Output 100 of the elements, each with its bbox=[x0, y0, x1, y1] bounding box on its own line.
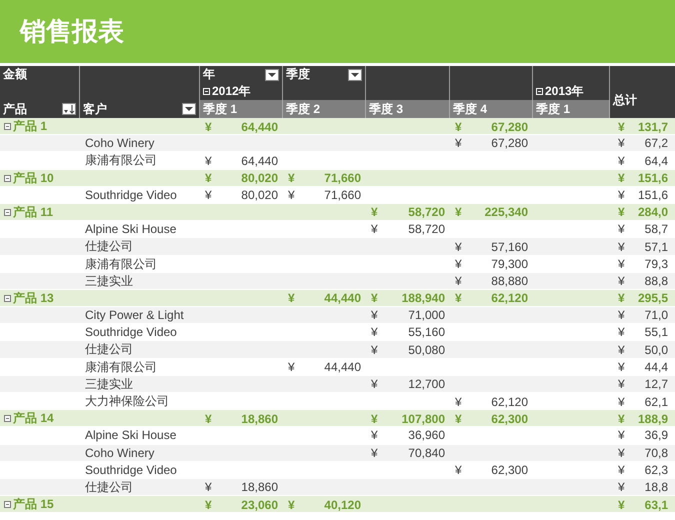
currency-symbol: ¥ bbox=[371, 412, 378, 426]
subtotal-amount: 295,5 bbox=[638, 291, 668, 306]
amount: 71,0 bbox=[644, 308, 668, 322]
column-field-label: 年 bbox=[203, 66, 215, 83]
sort-filter-button[interactable] bbox=[62, 103, 76, 115]
subtotal-amount: 131,7 bbox=[638, 120, 668, 134]
subtotal-amount: 18,860 bbox=[241, 412, 278, 426]
currency-symbol: ¥ bbox=[455, 136, 462, 150]
currency-symbol: ¥ bbox=[205, 480, 212, 494]
amount: 79,3 bbox=[644, 257, 668, 271]
currency-symbol: ¥ bbox=[455, 291, 462, 306]
currency-symbol: ¥ bbox=[618, 136, 625, 150]
currency-symbol: ¥ bbox=[455, 120, 462, 134]
currency-symbol: ¥ bbox=[618, 394, 625, 408]
amount: 58,720 bbox=[408, 222, 445, 236]
currency-symbol: ¥ bbox=[618, 446, 625, 460]
amount: 12,7 bbox=[644, 377, 668, 392]
amount: 71,000 bbox=[408, 308, 445, 322]
subtotal-amount: 40,120 bbox=[324, 498, 361, 512]
currency-symbol: ¥ bbox=[455, 462, 462, 477]
product-name: 产品 10 bbox=[13, 170, 54, 187]
currency-symbol: ¥ bbox=[371, 308, 378, 322]
amount: 62,1 bbox=[644, 394, 668, 408]
subtotal-amount: 284,0 bbox=[638, 205, 668, 220]
amount: 57,1 bbox=[644, 240, 668, 254]
quarter-header: 季度 2 bbox=[286, 100, 320, 118]
filter-dropdown-button[interactable] bbox=[348, 68, 362, 80]
amount: 67,2 bbox=[644, 136, 668, 150]
currency-symbol: ¥ bbox=[618, 498, 625, 512]
customer-name: Alpine Ski House bbox=[85, 222, 176, 236]
filter-dropdown-button[interactable] bbox=[182, 103, 196, 115]
subtotal-amount: 71,660 bbox=[324, 171, 361, 186]
customer-name: Southridge Video bbox=[85, 188, 177, 202]
amount: 80,020 bbox=[241, 188, 278, 202]
customer-name: 仕捷公司 bbox=[85, 238, 133, 256]
currency-symbol: ¥ bbox=[618, 291, 625, 306]
value-field-label: 金额 bbox=[3, 66, 27, 83]
caret-icon bbox=[268, 72, 276, 76]
amount: 36,960 bbox=[408, 428, 445, 442]
subtotal-amount: 62,300 bbox=[491, 412, 528, 426]
currency-symbol: ¥ bbox=[455, 412, 462, 426]
year-header[interactable]: 2013年 bbox=[536, 83, 584, 100]
customer-name: 康浦有限公司 bbox=[85, 358, 157, 376]
currency-symbol: ¥ bbox=[288, 188, 295, 202]
amount: 64,4 bbox=[644, 154, 668, 168]
currency-symbol: ¥ bbox=[205, 120, 212, 134]
customer-name: 三捷实业 bbox=[85, 376, 133, 393]
currency-symbol: ¥ bbox=[205, 171, 212, 186]
product-name: 产品 15 bbox=[13, 496, 54, 514]
currency-symbol: ¥ bbox=[618, 222, 625, 236]
amount: 62,120 bbox=[491, 394, 528, 408]
currency-symbol: ¥ bbox=[371, 291, 378, 306]
currency-symbol: ¥ bbox=[618, 188, 625, 202]
filter-dropdown-button[interactable] bbox=[265, 68, 279, 80]
subtotal-amount: 225,340 bbox=[484, 205, 528, 220]
quarter-header: 季度 4 bbox=[453, 100, 488, 118]
amount: 151,6 bbox=[638, 188, 668, 202]
customer-name: 大力神保险公司 bbox=[85, 393, 169, 410]
product-name: 产品 14 bbox=[13, 410, 54, 428]
quarter-header: 季度 1 bbox=[536, 100, 570, 118]
quarter-header: 季度 3 bbox=[369, 100, 404, 118]
customer-name: 仕捷公司 bbox=[85, 478, 133, 496]
currency-symbol: ¥ bbox=[618, 120, 625, 134]
amount: 88,880 bbox=[491, 274, 528, 288]
amount: 44,440 bbox=[324, 360, 361, 374]
subtotal-amount: 23,060 bbox=[241, 498, 278, 512]
currency-symbol: ¥ bbox=[618, 428, 625, 442]
customer-name: Southridge Video bbox=[85, 462, 177, 477]
currency-symbol: ¥ bbox=[618, 342, 625, 357]
amount: 67,280 bbox=[491, 136, 528, 150]
currency-symbol: ¥ bbox=[618, 205, 625, 220]
currency-symbol: ¥ bbox=[371, 446, 378, 460]
currency-symbol: ¥ bbox=[455, 205, 462, 220]
subtotal-amount: 44,440 bbox=[324, 291, 361, 306]
amount: 71,660 bbox=[324, 188, 361, 202]
amount: 64,440 bbox=[241, 154, 278, 168]
currency-symbol: ¥ bbox=[371, 222, 378, 236]
product-name: 产品 11 bbox=[13, 204, 54, 221]
amount: 88,8 bbox=[644, 274, 668, 288]
amount: 18,8 bbox=[644, 480, 668, 494]
amount: 58,7 bbox=[644, 222, 668, 236]
subtotal-amount: 64,440 bbox=[241, 120, 278, 134]
amount: 50,080 bbox=[408, 342, 445, 357]
subtotal-amount: 62,120 bbox=[491, 291, 528, 306]
currency-symbol: ¥ bbox=[618, 274, 625, 288]
year-header[interactable]: 2012年 bbox=[203, 83, 251, 100]
product-name: 产品 1 bbox=[13, 118, 48, 135]
currency-symbol: ¥ bbox=[455, 274, 462, 288]
subtotal-amount: 188,940 bbox=[402, 291, 445, 306]
subtotal-amount: 67,280 bbox=[491, 120, 528, 134]
sort-filter-icon bbox=[63, 104, 75, 114]
subtotal-amount: 58,720 bbox=[408, 205, 445, 220]
column-field-label: 季度 bbox=[286, 66, 310, 83]
amount: 50,0 bbox=[644, 342, 668, 357]
row-field-label: 产品 bbox=[3, 100, 27, 118]
quarter-header: 季度 1 bbox=[203, 100, 238, 118]
currency-symbol: ¥ bbox=[371, 377, 378, 392]
currency-symbol: ¥ bbox=[455, 394, 462, 408]
total-header: 总计 bbox=[613, 92, 637, 109]
row-field-label: 客户 bbox=[83, 100, 107, 118]
